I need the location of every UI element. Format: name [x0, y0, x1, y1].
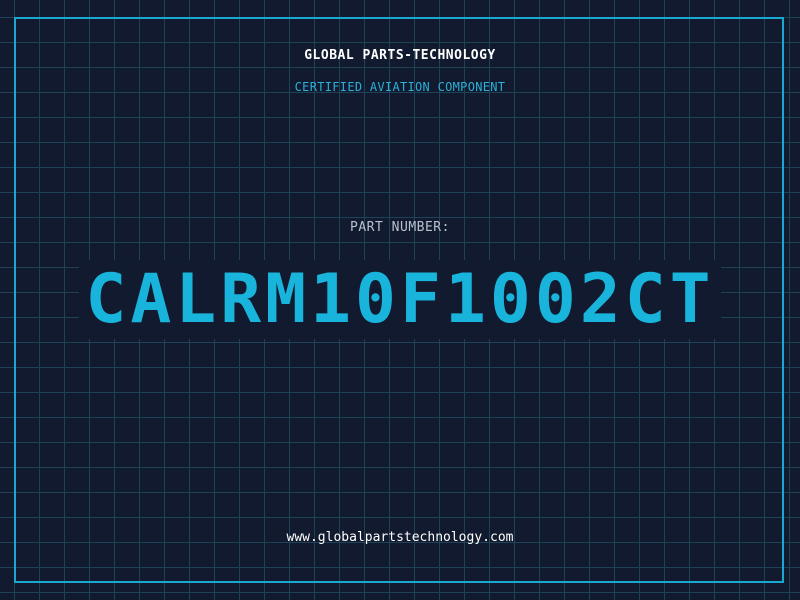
- tagline: CERTIFIED AVIATION COMPONENT: [294, 80, 506, 94]
- website-url: www.globalpartstechnology.com: [286, 530, 514, 545]
- part-number-label: PART NUMBER:: [350, 220, 450, 235]
- part-number-text: CALRM10F1002CT: [79, 260, 721, 339]
- part-number-value: CALRM10F1002CT: [0, 258, 800, 342]
- company-name: GLOBAL PARTS-TECHNOLOGY: [304, 48, 496, 63]
